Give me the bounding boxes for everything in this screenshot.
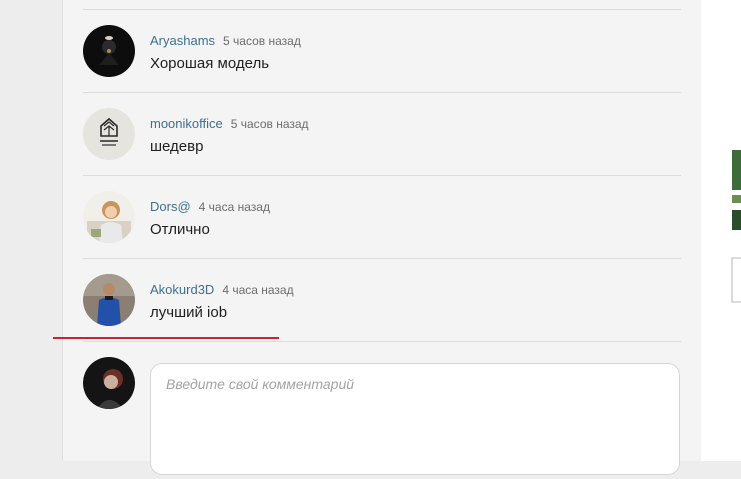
comment-time: 5 часов назад <box>230 117 309 131</box>
comment-author[interactable]: Aryashams <box>150 33 215 48</box>
avatar[interactable] <box>83 25 135 77</box>
comment-meta: Aryashams 5 часов назад <box>150 33 301 48</box>
sidebar-preview <box>731 135 741 303</box>
comment-input[interactable] <box>151 364 679 474</box>
comment-meta: moonikoffice 5 часов назад <box>150 116 309 131</box>
comment-time: 4 часа назад <box>198 200 270 214</box>
comment-time: 4 часа назад <box>222 283 294 297</box>
avatar-image <box>83 357 135 409</box>
avatar-image <box>83 274 135 326</box>
comment-item: Akokurd3D 4 часа назад лучший iob <box>83 258 681 342</box>
right-sidebar <box>701 0 741 461</box>
comment-item: Aryashams 5 часов назад Хорошая модель <box>83 9 681 93</box>
comment-text: лучший iob <box>150 304 228 321</box>
comment-author[interactable]: moonikoffice <box>150 116 223 131</box>
avatar[interactable] <box>83 108 135 160</box>
comment-author[interactable]: Akokurd3D <box>150 282 214 297</box>
comment-text: Хорошая модель <box>150 55 270 72</box>
comment-item: moonikoffice 5 часов назад шедевр <box>83 92 681 176</box>
red-underline <box>53 337 279 339</box>
page-margin-left <box>0 0 62 461</box>
avatar-image <box>83 25 135 77</box>
avatar[interactable] <box>83 274 135 326</box>
comment-text: Отлично <box>150 221 210 238</box>
comment-input-box[interactable] <box>150 363 680 475</box>
current-user-avatar[interactable] <box>83 357 135 409</box>
comment-text: шедевр <box>150 138 204 155</box>
avatar-image <box>83 191 135 243</box>
comment-meta: Dors@ 4 часа назад <box>150 199 270 214</box>
comment-time: 5 часов назад <box>223 34 301 48</box>
avatar[interactable] <box>83 191 135 243</box>
comment-meta: Akokurd3D 4 часа назад <box>150 282 294 297</box>
comment-author[interactable]: Dors@ <box>150 199 191 214</box>
avatar-image <box>83 108 135 160</box>
comment-item: Dors@ 4 часа назад Отлично <box>83 175 681 259</box>
